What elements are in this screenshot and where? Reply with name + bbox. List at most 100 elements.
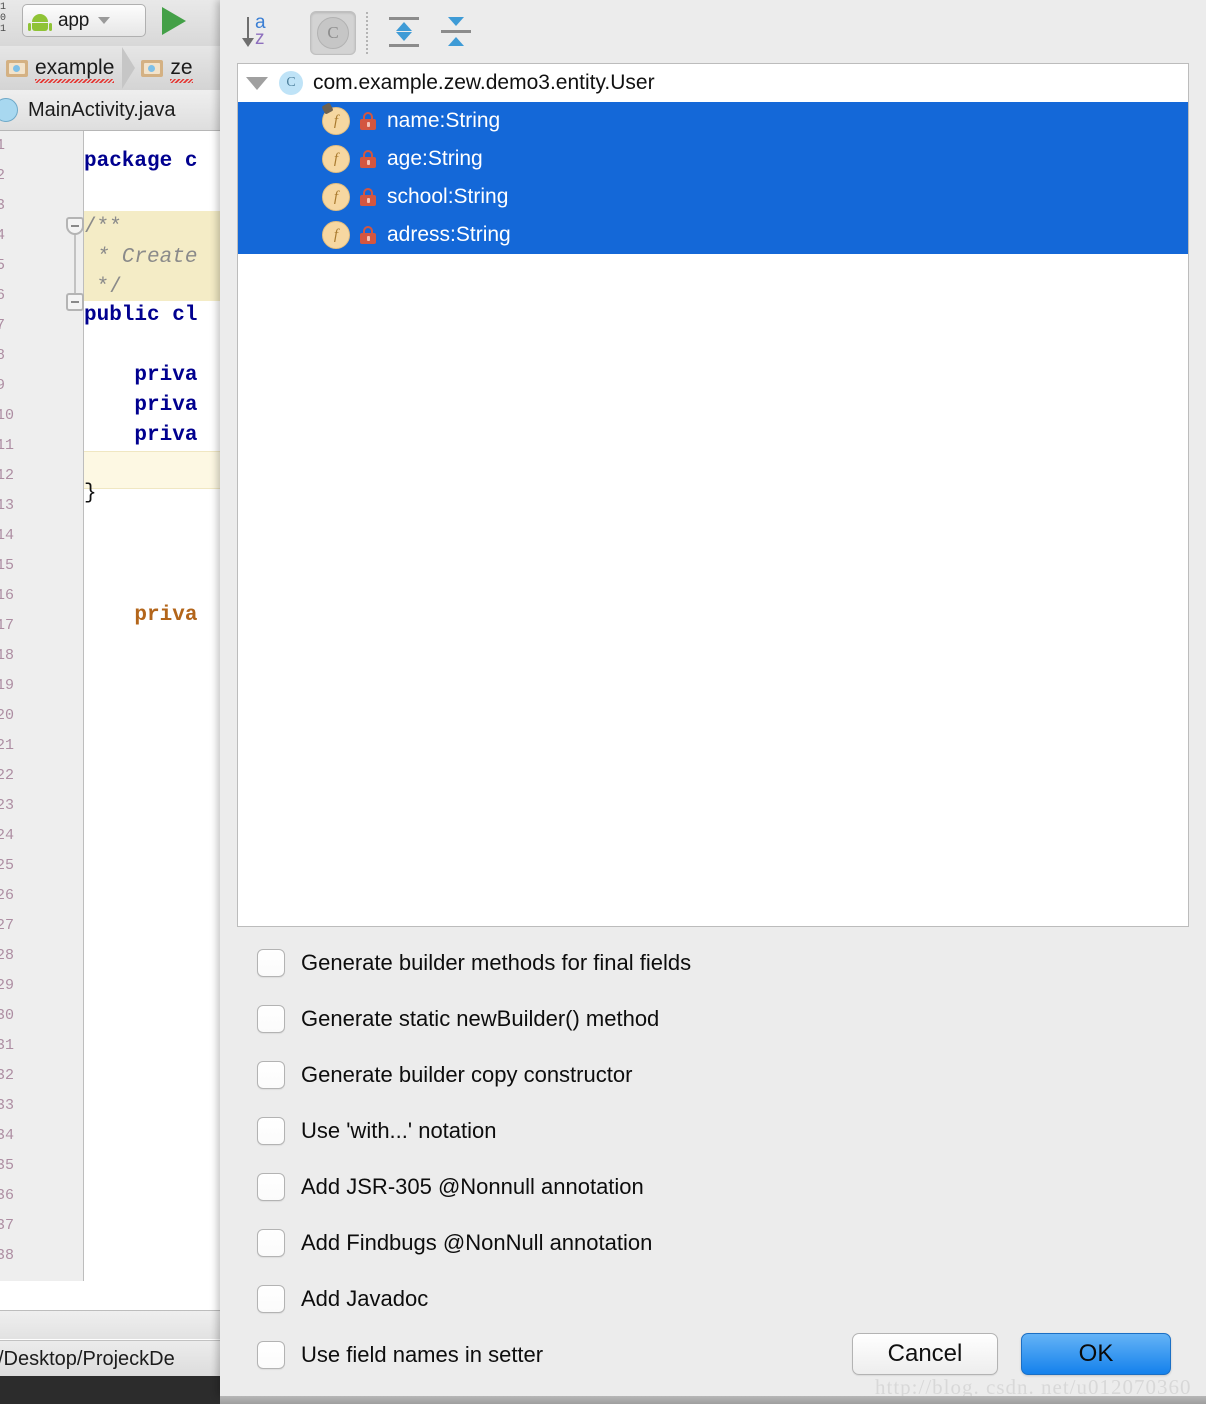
field-icon: f — [322, 145, 350, 173]
tree-root-label: com.example.zew.demo3.entity.User — [313, 71, 655, 94]
option-add-jsr305-nonnull[interactable]: Add JSR-305 @Nonnull annotation — [220, 1159, 1206, 1215]
lock-icon — [360, 150, 376, 168]
option-label: Use 'with...' notation — [301, 1118, 497, 1143]
tree-field-row[interactable]: f name:String — [238, 102, 1188, 140]
code-line: priva — [84, 364, 198, 387]
android-icon — [28, 10, 52, 32]
dialog-toolbar: a z C — [220, 0, 1206, 62]
gutter-line-number: 7 — [0, 317, 6, 334]
option-label: Add Javadoc — [301, 1286, 429, 1311]
option-generate-builder-methods-final-fields[interactable]: Generate builder methods for final field… — [220, 935, 1206, 991]
gutter-line-number: 28 — [0, 947, 15, 964]
gutter-line-number: 29 — [0, 977, 15, 994]
gutter-line-number: 3 — [0, 197, 6, 214]
toolbar-line-digits: 101 — [0, 2, 7, 35]
code-line: package c — [84, 150, 198, 173]
lock-icon — [360, 188, 376, 206]
gutter-line-number: 30 — [0, 1007, 15, 1024]
option-add-findbugs-nonnull[interactable]: Add Findbugs @NonNull annotation — [220, 1215, 1206, 1271]
fold-close-icon[interactable] — [66, 293, 84, 311]
gutter-line-number: 13 — [0, 497, 15, 514]
gutter-line-number: 4 — [0, 227, 6, 244]
expand-all-icon — [386, 14, 422, 50]
tree-field-label: name:String — [387, 109, 501, 132]
fields-tree-panel[interactable]: C com.example.zew.demo3.entity.User f na… — [237, 63, 1189, 927]
breadcrumb-item-example[interactable]: example — [0, 46, 115, 90]
option-add-javadoc[interactable]: Add Javadoc — [220, 1271, 1206, 1327]
fold-open-icon[interactable] — [66, 217, 84, 235]
sort-alphabetically-button[interactable]: a z — [238, 11, 282, 53]
gutter-line-number: 18 — [0, 647, 15, 664]
gutter-line-number: 9 — [0, 377, 6, 394]
run-configuration-label: app — [58, 9, 90, 31]
field-icon: f — [321, 102, 350, 135]
option-use-with-notation[interactable]: Use 'with...' notation — [220, 1103, 1206, 1159]
gutter-line-number: 10 — [0, 407, 15, 424]
ok-button[interactable]: OK — [1021, 1333, 1171, 1375]
collapse-all-button[interactable] — [434, 11, 478, 53]
checkbox[interactable] — [257, 1285, 285, 1313]
ide-bottom-strip — [0, 1376, 222, 1404]
option-generate-static-newbuilder[interactable]: Generate static newBuilder() method — [220, 991, 1206, 1047]
folder-icon — [6, 59, 28, 77]
gutter-line-number: 33 — [0, 1097, 15, 1114]
cancel-button[interactable]: Cancel — [852, 1333, 998, 1375]
java-file-icon — [0, 98, 18, 122]
gutter-line-number: 5 — [0, 257, 6, 274]
triangle-down-icon[interactable] — [246, 76, 268, 90]
gutter-line-number: 26 — [0, 887, 15, 904]
group-by-class-button[interactable]: C — [310, 11, 356, 55]
code-line: /** — [84, 216, 122, 239]
gutter-line-number: 22 — [0, 767, 15, 784]
checkbox[interactable] — [257, 949, 285, 977]
breadcrumb: example ze — [0, 46, 222, 91]
chevron-down-icon — [98, 17, 111, 24]
checkbox[interactable] — [257, 1229, 285, 1257]
checkbox[interactable] — [257, 1005, 285, 1033]
gutter-line-number: 17 — [0, 617, 15, 634]
breadcrumb-item-ze[interactable]: ze — [135, 46, 193, 90]
ide-background: 101 app example ze MainActivity.java 1 2… — [0, 0, 222, 1404]
lock-icon — [360, 112, 376, 130]
code-line: priva — [84, 604, 198, 627]
tree-field-label: adress:String — [387, 223, 511, 246]
run-configuration-selector[interactable]: app — [22, 4, 146, 37]
tab-mainactivity-java[interactable]: MainActivity.java — [28, 99, 175, 122]
collapse-all-icon — [438, 14, 474, 50]
run-triangle-icon[interactable] — [162, 7, 186, 35]
option-label: Add JSR-305 @Nonnull annotation — [301, 1174, 644, 1199]
gutter-line-number: 23 — [0, 797, 15, 814]
breadcrumb-label: example — [35, 56, 115, 83]
class-circle-icon: C — [279, 71, 303, 95]
gutter-line-number: 35 — [0, 1157, 15, 1174]
checkbox[interactable] — [257, 1117, 285, 1145]
gutter-line-number: 38 — [0, 1247, 15, 1264]
option-label: Add Findbugs @NonNull annotation — [301, 1230, 653, 1255]
gutter-line-number: 11 — [0, 437, 15, 454]
tree-field-row[interactable]: f adress:String — [238, 216, 1188, 254]
sort-az-icon: a z — [240, 12, 280, 50]
checkbox[interactable] — [257, 1173, 285, 1201]
gutter-line-number: 19 — [0, 677, 15, 694]
tree-field-row[interactable]: f school:String — [238, 178, 1188, 216]
tree-root-row[interactable]: C com.example.zew.demo3.entity.User — [238, 64, 1188, 102]
gutter-line-number: 15 — [0, 557, 15, 574]
gutter-line-number: 25 — [0, 857, 15, 874]
code-editor[interactable]: package c /** * Create */ public cl priv… — [84, 131, 222, 1281]
gutter-line-number: 27 — [0, 917, 15, 934]
tree-field-row[interactable]: f age:String — [238, 140, 1188, 178]
gutter-line-number: 16 — [0, 587, 15, 604]
gutter-line-number: 31 — [0, 1037, 15, 1054]
expand-all-button[interactable] — [382, 11, 426, 53]
checkbox[interactable] — [257, 1061, 285, 1089]
gutter-line-number: 6 — [0, 287, 6, 304]
dialog-button-row: Cancel OK — [220, 1333, 1206, 1377]
status-path-text: /Desktop/ProjeckDe — [0, 1347, 175, 1370]
editor-gutter: 1 2 3 4 5 6 7 8 9 10 11 12 13 14 15 16 17 18 19 20 21 22 23 24 2… — [0, 131, 73, 1281]
gutter-line-number: 1 — [0, 137, 6, 154]
field-icon: f — [322, 183, 350, 211]
class-circle-icon: C — [317, 17, 349, 49]
gutter-line-number: 36 — [0, 1187, 15, 1204]
breadcrumb-separator-icon — [122, 47, 136, 89]
option-generate-builder-copy-constructor[interactable]: Generate builder copy constructor — [220, 1047, 1206, 1103]
